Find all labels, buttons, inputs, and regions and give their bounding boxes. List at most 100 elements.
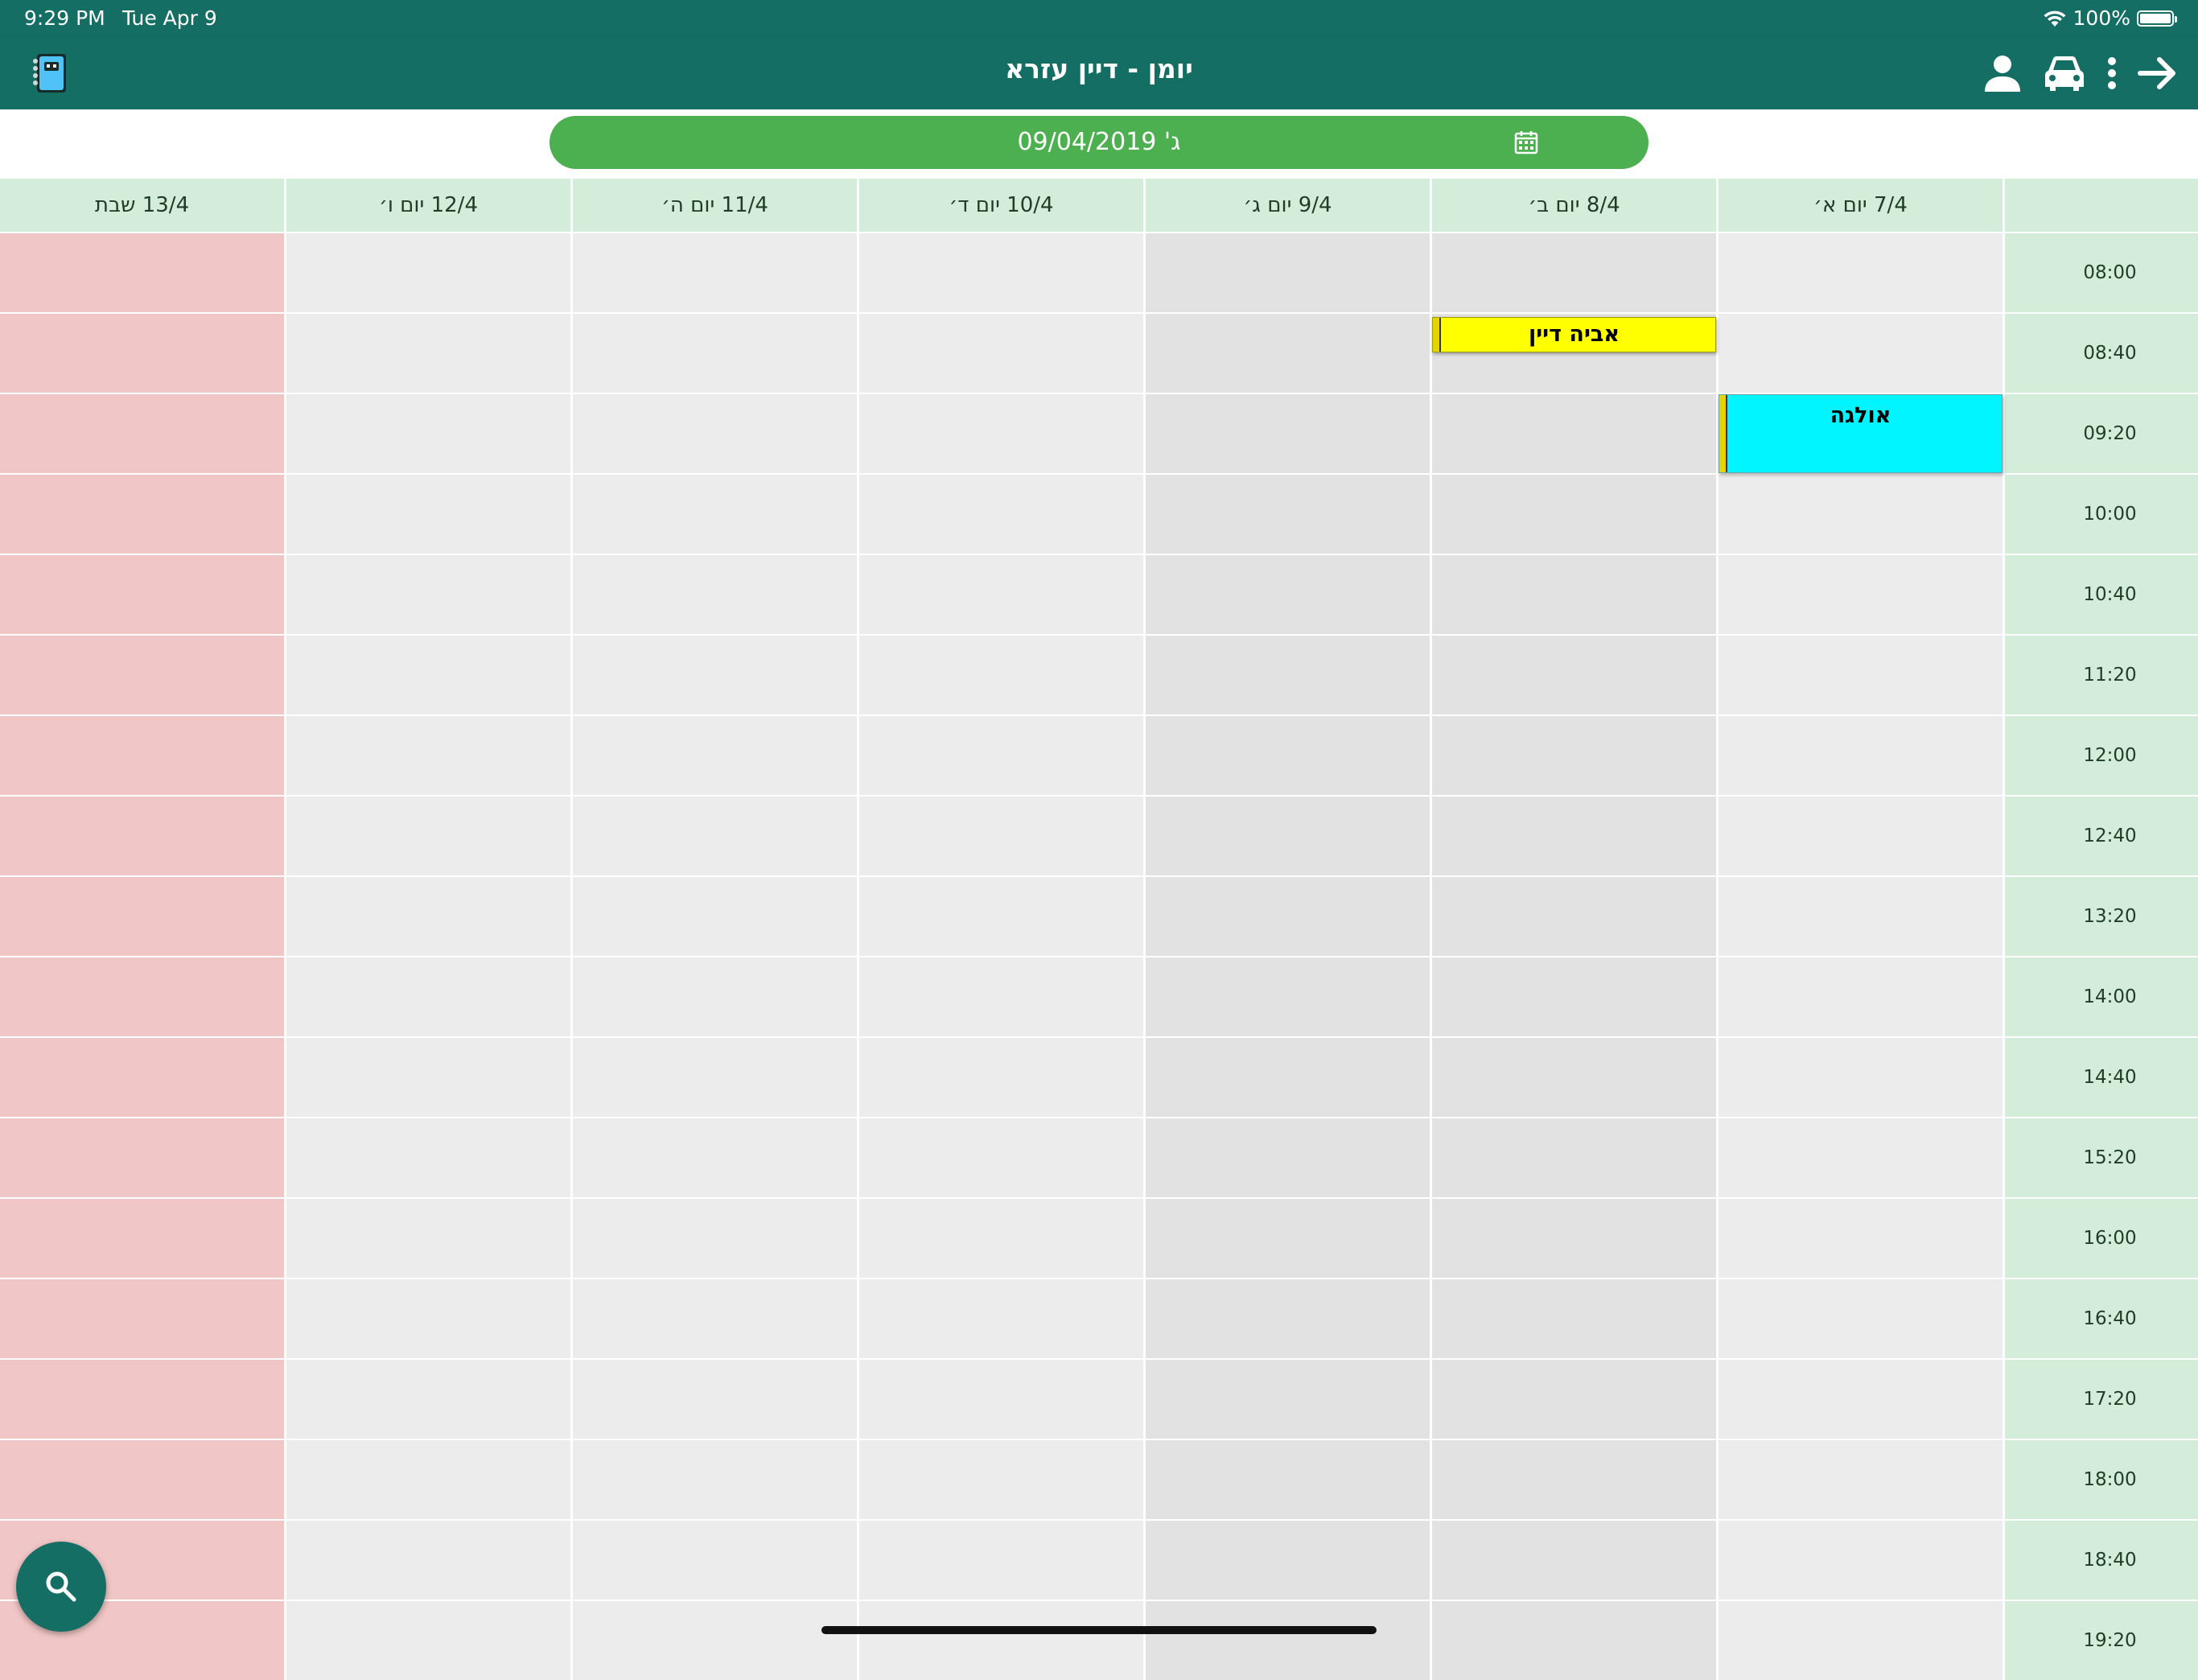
time-slot-cell[interactable] bbox=[1432, 957, 1716, 1036]
time-slot-cell[interactable] bbox=[573, 877, 857, 956]
time-slot-cell[interactable] bbox=[0, 555, 284, 634]
time-slot-cell[interactable] bbox=[1146, 797, 1430, 875]
time-slot-cell[interactable] bbox=[286, 716, 570, 795]
time-slot-cell[interactable] bbox=[0, 1038, 284, 1117]
time-slot-cell[interactable] bbox=[286, 1038, 570, 1117]
time-slot-cell[interactable] bbox=[1718, 1601, 2002, 1680]
time-slot-cell[interactable] bbox=[1146, 1521, 1430, 1600]
car-icon[interactable] bbox=[2042, 51, 2087, 95]
time-slot-cell[interactable] bbox=[286, 1440, 570, 1519]
time-slot-cell[interactable] bbox=[573, 1440, 857, 1519]
time-slot-cell[interactable] bbox=[573, 555, 857, 634]
time-slot-cell[interactable] bbox=[286, 1601, 570, 1680]
time-slot-cell[interactable] bbox=[286, 957, 570, 1036]
time-slot-cell[interactable] bbox=[0, 797, 284, 875]
time-slot-cell[interactable] bbox=[1146, 1118, 1430, 1197]
time-slot-cell[interactable] bbox=[286, 797, 570, 875]
time-slot-cell[interactable] bbox=[573, 636, 857, 714]
time-slot-cell[interactable] bbox=[0, 1440, 284, 1519]
appointment-event[interactable]: אולגה bbox=[1718, 394, 2002, 473]
time-slot-cell[interactable] bbox=[0, 394, 284, 473]
time-slot-cell[interactable] bbox=[859, 716, 1143, 795]
time-slot-cell[interactable] bbox=[286, 555, 570, 634]
time-slot-cell[interactable] bbox=[859, 1601, 1143, 1680]
time-slot-cell[interactable] bbox=[1432, 636, 1716, 714]
time-slot-cell[interactable] bbox=[286, 1118, 570, 1197]
time-slot-cell[interactable] bbox=[0, 1118, 284, 1197]
time-slot-cell[interactable] bbox=[1146, 636, 1430, 714]
time-slot-cell[interactable] bbox=[1432, 877, 1716, 956]
search-button[interactable] bbox=[16, 1542, 106, 1632]
time-slot-cell[interactable] bbox=[1146, 957, 1430, 1036]
time-slot-cell[interactable] bbox=[573, 957, 857, 1036]
time-slot-cell[interactable] bbox=[286, 233, 570, 312]
time-slot-cell[interactable] bbox=[1718, 636, 2002, 714]
time-slot-cell[interactable] bbox=[859, 475, 1143, 554]
time-slot-cell[interactable] bbox=[573, 1601, 857, 1680]
time-slot-cell[interactable] bbox=[1146, 716, 1430, 795]
time-slot-cell[interactable] bbox=[286, 1199, 570, 1278]
time-slot-cell[interactable] bbox=[1718, 1360, 2002, 1439]
time-slot-cell[interactable] bbox=[286, 636, 570, 714]
time-slot-cell[interactable] bbox=[859, 1038, 1143, 1117]
time-slot-cell[interactable] bbox=[859, 1118, 1143, 1197]
time-slot-cell[interactable] bbox=[859, 636, 1143, 714]
date-picker-button[interactable]: ג' 09/04/2019 bbox=[550, 116, 1648, 169]
time-slot-cell[interactable] bbox=[859, 957, 1143, 1036]
time-slot-cell[interactable] bbox=[1432, 1360, 1716, 1439]
time-slot-cell[interactable] bbox=[1432, 1440, 1716, 1519]
time-slot-cell[interactable] bbox=[0, 1360, 284, 1439]
arrow-right-icon[interactable] bbox=[2137, 51, 2179, 95]
time-slot-cell[interactable] bbox=[1718, 797, 2002, 875]
time-slot-cell[interactable] bbox=[1146, 1199, 1430, 1278]
time-slot-cell[interactable] bbox=[1146, 394, 1430, 473]
time-slot-cell[interactable] bbox=[859, 1521, 1143, 1600]
time-slot-cell[interactable] bbox=[859, 797, 1143, 875]
time-slot-cell[interactable] bbox=[0, 233, 284, 312]
time-slot-cell[interactable] bbox=[1146, 314, 1430, 393]
time-slot-cell[interactable] bbox=[1718, 877, 2002, 956]
person-icon[interactable] bbox=[1981, 51, 2024, 95]
time-slot-cell[interactable] bbox=[1718, 1038, 2002, 1117]
time-slot-cell[interactable] bbox=[573, 1118, 857, 1197]
time-slot-cell[interactable] bbox=[1718, 475, 2002, 554]
time-slot-cell[interactable] bbox=[286, 314, 570, 393]
time-slot-cell[interactable] bbox=[1146, 1038, 1430, 1117]
time-slot-cell[interactable] bbox=[573, 475, 857, 554]
time-slot-cell[interactable] bbox=[1432, 1038, 1716, 1117]
time-slot-cell[interactable] bbox=[286, 877, 570, 956]
time-slot-cell[interactable] bbox=[1718, 1521, 2002, 1600]
time-slot-cell[interactable] bbox=[859, 233, 1143, 312]
time-slot-cell[interactable] bbox=[1718, 1279, 2002, 1358]
time-slot-cell[interactable] bbox=[1146, 1360, 1430, 1439]
time-slot-cell[interactable] bbox=[1146, 475, 1430, 554]
time-slot-cell[interactable] bbox=[859, 1440, 1143, 1519]
time-slot-cell[interactable] bbox=[286, 1521, 570, 1600]
time-slot-cell[interactable] bbox=[859, 555, 1143, 634]
time-slot-cell[interactable] bbox=[286, 1360, 570, 1439]
time-slot-cell[interactable] bbox=[1718, 1118, 2002, 1197]
time-slot-cell[interactable] bbox=[0, 1199, 284, 1278]
time-slot-cell[interactable] bbox=[1718, 555, 2002, 634]
time-slot-cell[interactable] bbox=[859, 1279, 1143, 1358]
time-slot-cell[interactable] bbox=[573, 394, 857, 473]
time-slot-cell[interactable] bbox=[1432, 1199, 1716, 1278]
time-slot-cell[interactable] bbox=[859, 1360, 1143, 1439]
time-slot-cell[interactable] bbox=[859, 877, 1143, 956]
time-slot-cell[interactable] bbox=[573, 233, 857, 312]
time-slot-cell[interactable] bbox=[0, 957, 284, 1036]
time-slot-cell[interactable] bbox=[0, 716, 284, 795]
time-slot-cell[interactable] bbox=[573, 1521, 857, 1600]
time-slot-cell[interactable] bbox=[1718, 957, 2002, 1036]
time-slot-cell[interactable] bbox=[573, 797, 857, 875]
time-slot-cell[interactable] bbox=[0, 877, 284, 956]
time-slot-cell[interactable] bbox=[1432, 475, 1716, 554]
time-slot-cell[interactable] bbox=[1432, 1118, 1716, 1197]
time-slot-cell[interactable] bbox=[286, 475, 570, 554]
time-slot-cell[interactable] bbox=[1146, 1279, 1430, 1358]
more-vertical-icon[interactable] bbox=[2105, 51, 2119, 95]
time-slot-cell[interactable] bbox=[1718, 716, 2002, 795]
time-slot-cell[interactable] bbox=[859, 314, 1143, 393]
time-slot-cell[interactable] bbox=[1146, 877, 1430, 956]
time-slot-cell[interactable] bbox=[286, 394, 570, 473]
